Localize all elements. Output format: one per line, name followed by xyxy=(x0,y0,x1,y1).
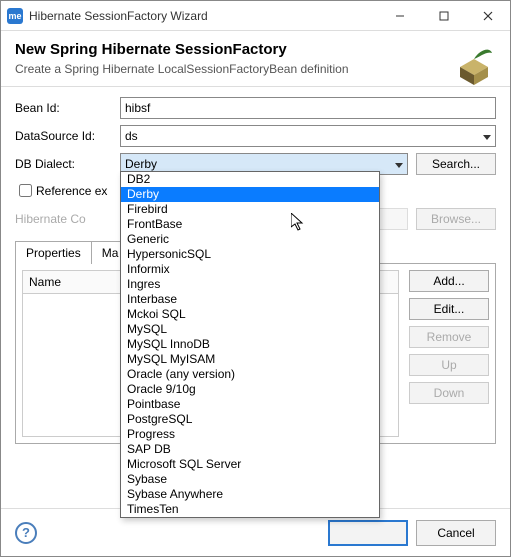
bean-id-input[interactable] xyxy=(120,97,496,119)
dialect-option[interactable]: Informix xyxy=(121,262,379,277)
dialect-option[interactable]: PostgreSQL xyxy=(121,412,379,427)
help-icon[interactable]: ? xyxy=(15,522,37,544)
reference-existing-checkbox[interactable] xyxy=(19,184,32,197)
dialect-option[interactable]: MySQL InnoDB xyxy=(121,337,379,352)
window-title: Hibernate SessionFactory Wizard xyxy=(29,9,378,23)
dialect-option[interactable]: DB2 xyxy=(121,172,379,187)
datasource-combo[interactable]: ds xyxy=(120,125,496,147)
dialect-option[interactable]: Mckoi SQL xyxy=(121,307,379,322)
dialect-option[interactable]: FrontBase xyxy=(121,217,379,232)
close-button[interactable] xyxy=(466,1,510,31)
dialect-option[interactable]: Oracle (any version) xyxy=(121,367,379,382)
dialect-option[interactable]: Microsoft SQL Server xyxy=(121,457,379,472)
add-button[interactable]: Add... xyxy=(409,270,489,292)
row-bean-id: Bean Id: xyxy=(15,97,496,119)
finish-button[interactable] xyxy=(328,520,408,546)
dialect-value: Derby xyxy=(125,157,157,171)
up-button: Up xyxy=(409,354,489,376)
browse-button: Browse... xyxy=(416,208,496,230)
dialect-option[interactable]: MySQL xyxy=(121,322,379,337)
reference-existing-label: Reference ex xyxy=(36,184,107,198)
dialect-option[interactable]: Sybase Anywhere xyxy=(121,487,379,502)
down-button: Down xyxy=(409,382,489,404)
dialect-label: DB Dialect: xyxy=(15,157,120,171)
titlebar: me Hibernate SessionFactory Wizard xyxy=(1,1,510,31)
app-icon: me xyxy=(7,8,23,24)
dialect-option[interactable]: Sybase xyxy=(121,472,379,487)
dialect-option[interactable]: Derby xyxy=(121,187,379,202)
dialect-option[interactable]: MySQL MyISAM xyxy=(121,352,379,367)
chevron-down-icon xyxy=(395,157,403,171)
remove-button: Remove xyxy=(409,326,489,348)
table-button-column: Add... Edit... Remove Up Down xyxy=(409,270,489,437)
page-subtitle: Create a Spring Hibernate LocalSessionFa… xyxy=(15,62,496,76)
dialect-option[interactable]: Ingres xyxy=(121,277,379,292)
dialect-option[interactable]: Progress xyxy=(121,427,379,442)
minimize-button[interactable] xyxy=(378,1,422,31)
dialect-option[interactable]: SAP DB xyxy=(121,442,379,457)
dialect-option[interactable]: Pointbase xyxy=(121,397,379,412)
row-datasource: DataSource Id: ds xyxy=(15,125,496,147)
wizard-window: me Hibernate SessionFactory Wizard New S… xyxy=(0,0,511,557)
wizard-logo-icon xyxy=(450,39,498,87)
wizard-header: New Spring Hibernate SessionFactory Crea… xyxy=(1,31,510,87)
search-button[interactable]: Search... xyxy=(416,153,496,175)
maximize-button[interactable] xyxy=(422,1,466,31)
cancel-button[interactable]: Cancel xyxy=(416,520,496,546)
bean-id-label: Bean Id: xyxy=(15,101,120,115)
page-title: New Spring Hibernate SessionFactory xyxy=(15,41,496,58)
edit-button[interactable]: Edit... xyxy=(409,298,489,320)
chevron-down-icon xyxy=(483,129,491,143)
dialect-option[interactable]: Oracle 9/10g xyxy=(121,382,379,397)
dialect-option[interactable]: Firebird xyxy=(121,202,379,217)
tab-properties[interactable]: Properties xyxy=(15,241,92,264)
dialect-option[interactable]: Interbase xyxy=(121,292,379,307)
datasource-value: ds xyxy=(125,129,138,143)
dialect-dropdown[interactable]: DB2DerbyFirebirdFrontBaseGenericHyperson… xyxy=(120,171,380,518)
hibernate-config-label: Hibernate Co xyxy=(15,212,120,226)
datasource-label: DataSource Id: xyxy=(15,129,120,143)
dialect-option[interactable]: Generic xyxy=(121,232,379,247)
dialect-option[interactable]: HypersonicSQL xyxy=(121,247,379,262)
dialect-option[interactable]: TimesTen xyxy=(121,502,379,517)
